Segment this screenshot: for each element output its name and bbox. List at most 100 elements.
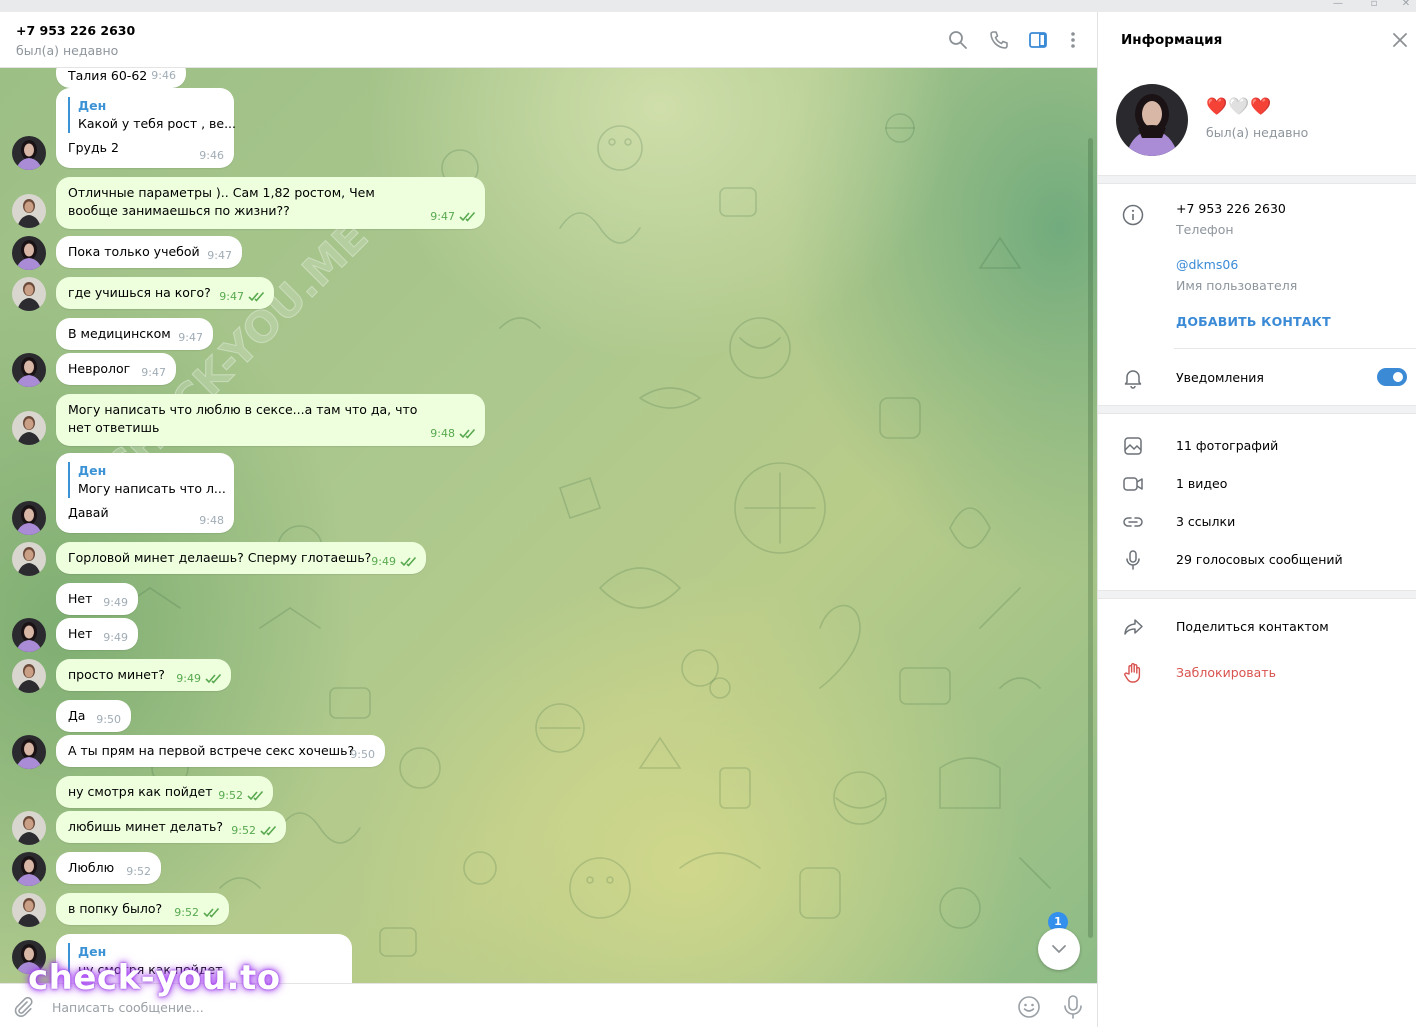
- reply-quote[interactable]: Ден Какой у тебя рост , ве...: [68, 97, 237, 133]
- contact-avatar[interactable]: [12, 236, 46, 270]
- user-avatar[interactable]: [12, 811, 46, 845]
- message-bubble[interactable]: любишь минет делать? 9:52: [56, 811, 286, 843]
- contact-avatar[interactable]: [12, 940, 46, 974]
- emoji-icon[interactable]: [1017, 995, 1041, 1019]
- maximize-icon[interactable]: ▫: [1356, 0, 1392, 12]
- message-bubble[interactable]: Могу написать что люблю в сексе...а там …: [56, 394, 485, 446]
- read-checkmarks-icon: [459, 428, 476, 439]
- reply-quote[interactable]: Ден Могу написать что л...: [68, 462, 226, 498]
- message-time: 9:52: [174, 906, 199, 919]
- close-icon[interactable]: [1390, 30, 1410, 50]
- message-bubble[interactable]: Ден Могу написать что л... Давай 9:48: [56, 453, 234, 533]
- contact-avatar[interactable]: [12, 852, 46, 886]
- user-avatar[interactable]: [12, 277, 46, 311]
- videos-count[interactable]: 1 видео: [1176, 476, 1227, 492]
- contact-avatar[interactable]: [12, 501, 46, 535]
- chat-contact-name[interactable]: +7 953 226 2630: [16, 23, 135, 38]
- user-avatar[interactable]: [12, 194, 46, 228]
- message-bubble[interactable]: где учишься на кого? 9:47: [56, 277, 274, 309]
- message-time: 9:52: [231, 824, 256, 837]
- read-checkmarks-icon: [400, 556, 417, 567]
- message-bubble[interactable]: ну смотря как пойдет 9:52: [56, 776, 273, 808]
- contact-avatar[interactable]: [12, 735, 46, 769]
- minimize-icon[interactable]: —: [1320, 0, 1356, 12]
- contact-avatar[interactable]: [12, 618, 46, 652]
- scroll-to-bottom-button[interactable]: [1038, 928, 1080, 970]
- share-contact-button[interactable]: Поделиться контактом: [1176, 619, 1329, 635]
- message-time: 9:47: [178, 331, 203, 344]
- username-link[interactable]: @dkms06: [1176, 257, 1238, 273]
- message-time: 9:49: [371, 555, 396, 568]
- message-bubble[interactable]: В медицинском 9:47: [56, 318, 213, 350]
- message-bubble[interactable]: Талия 60-62 9:46: [56, 68, 186, 88]
- user-avatar[interactable]: [12, 659, 46, 693]
- links-count[interactable]: 3 ссылки: [1176, 514, 1235, 530]
- message-bubble[interactable]: Люблю 9:52: [56, 852, 161, 884]
- chat-header[interactable]: +7 953 226 2630 был(а) недавно: [0, 12, 1097, 68]
- link-icon: [1121, 510, 1145, 534]
- message-time: 9:49: [103, 596, 128, 609]
- message-bubble[interactable]: Нет 9:49: [56, 583, 138, 615]
- notifications-label: Уведомления: [1176, 370, 1264, 385]
- username-label: Имя пользователя: [1176, 278, 1298, 293]
- message-time: 9:49: [103, 631, 128, 644]
- more-menu-icon[interactable]: [1061, 28, 1085, 52]
- reply-author: Ден: [78, 944, 107, 959]
- voice-messages-count[interactable]: 29 голосовых сообщений: [1176, 552, 1343, 568]
- attach-icon[interactable]: [12, 996, 34, 1018]
- read-checkmarks-icon: [459, 211, 476, 222]
- message-bubble[interactable]: Ден Какой у тебя рост , ве... Грудь 2 9:…: [56, 88, 237, 168]
- read-checkmarks-icon: [247, 790, 264, 801]
- user-avatar[interactable]: [12, 893, 46, 927]
- search-icon[interactable]: [946, 28, 970, 52]
- message-bubble[interactable]: Горловой минет делаешь? Сперму глотаешь?…: [56, 542, 426, 574]
- message-text: Могу написать что люблю в сексе...а там …: [68, 402, 418, 435]
- profile-avatar[interactable]: [1116, 84, 1188, 156]
- reply-text: Какой у тебя рост , ве...: [78, 116, 237, 131]
- user-avatar[interactable]: [12, 542, 46, 576]
- message-bubble[interactable]: просто минет? 9:49: [56, 659, 231, 691]
- message-bubble[interactable]: Пока только учебой 9:47: [56, 236, 242, 268]
- toggle-knob: [1391, 370, 1405, 384]
- window-close-icon[interactable]: ✕: [1388, 0, 1416, 12]
- message-text: Отличные параметры ).. Сам 1,82 ростом, …: [68, 185, 375, 218]
- message-time: 9:50: [350, 748, 375, 761]
- microphone-icon: [1121, 548, 1145, 572]
- message-bubble[interactable]: А ты прям на первой встрече секс хочешь?…: [56, 735, 385, 767]
- user-avatar[interactable]: [12, 411, 46, 445]
- message-bubble[interactable]: Да 9:50: [56, 700, 131, 732]
- window-titlebar: — ▫ ✕: [0, 0, 1416, 12]
- read-checkmarks-icon: [203, 907, 220, 918]
- message-input[interactable]: [52, 997, 952, 1017]
- message-bubble[interactable]: в попку было? 9:52: [56, 893, 229, 925]
- message-bubble[interactable]: Нет 9:49: [56, 618, 138, 650]
- reply-author: Ден: [78, 463, 107, 478]
- microphone-icon[interactable]: [1062, 994, 1084, 1020]
- sidebar-toggle-icon[interactable]: [1026, 28, 1050, 52]
- read-checkmarks-icon: [205, 673, 222, 684]
- contact-avatar[interactable]: [12, 136, 46, 170]
- message-composer[interactable]: [0, 983, 1097, 1027]
- message-time: 9:46: [199, 149, 224, 162]
- message-time: 9:52: [126, 865, 151, 878]
- add-contact-button[interactable]: ДОБАВИТЬ КОНТАКТ: [1176, 314, 1331, 329]
- reply-quote[interactable]: Ден ну смотря как пойдет: [68, 943, 340, 979]
- chat-scrollbar[interactable]: [1088, 138, 1093, 938]
- phone-number[interactable]: +7 953 226 2630: [1176, 201, 1286, 217]
- profile-status: был(а) недавно: [1206, 125, 1309, 140]
- photos-count[interactable]: 11 фотографий: [1176, 438, 1278, 454]
- message-time: 9:52: [218, 789, 243, 802]
- chat-messages-area[interactable]: CHECK-YOU.ME Талия 60-62 9:46 Ден Какой …: [0, 68, 1097, 983]
- block-user-button[interactable]: Заблокировать: [1176, 665, 1276, 681]
- message-text: Горловой минет делаешь? Сперму глотаешь?: [68, 550, 372, 565]
- phone-call-icon[interactable]: [987, 28, 1011, 52]
- section-separator: [1098, 175, 1416, 184]
- message-bubble[interactable]: Ден ну смотря как пойдет: [56, 934, 352, 983]
- contact-avatar[interactable]: [12, 353, 46, 387]
- telegram-window: — ▫ ✕ +7 953 226 2630 был(а) недавно CHE…: [0, 0, 1416, 1027]
- notifications-toggle[interactable]: [1377, 368, 1407, 386]
- message-bubble[interactable]: Отличные параметры ).. Сам 1,82 ростом, …: [56, 177, 485, 229]
- message-time: 9:47: [207, 249, 232, 262]
- message-text: Пока только учебой: [68, 244, 200, 259]
- message-bubble[interactable]: Невролог 9:47: [56, 353, 176, 385]
